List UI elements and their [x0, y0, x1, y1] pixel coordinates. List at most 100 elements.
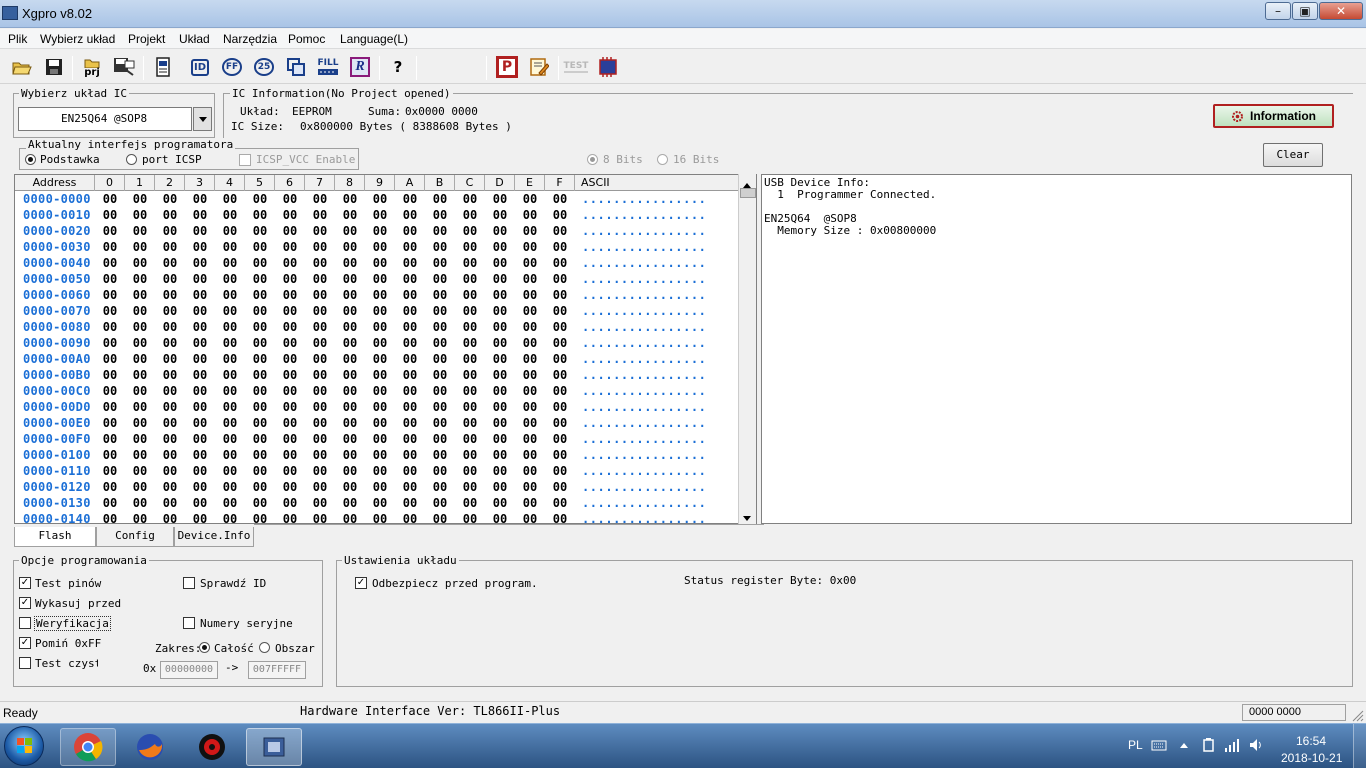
hex-byte[interactable]: 00	[155, 368, 185, 382]
hex-byte[interactable]: 00	[95, 336, 125, 350]
hex-byte[interactable]: 00	[515, 464, 545, 478]
hex-byte[interactable]: 00	[305, 288, 335, 302]
hex-byte[interactable]: 00	[365, 320, 395, 334]
chrome-taskbar-button[interactable]	[60, 728, 116, 766]
hex-row[interactable]: 0000-0030 00 00 00 00 00 00 00 00 00 00 00 00 00 00 00 0…	[15, 240, 743, 256]
hex-byte[interactable]: 00	[155, 192, 185, 206]
hex-byte[interactable]: 00	[395, 432, 425, 446]
hex-byte[interactable]: 00	[425, 208, 455, 222]
hex-byte[interactable]: 00	[425, 304, 455, 318]
hex-byte[interactable]: 00	[425, 400, 455, 414]
hex-byte[interactable]: 00	[425, 224, 455, 238]
podstawka-radio[interactable]	[25, 154, 36, 165]
erase-icon[interactable]	[283, 54, 309, 80]
clock-time[interactable]: 16:54	[1296, 734, 1326, 748]
hex-byte[interactable]: 00	[245, 304, 275, 318]
hex-byte[interactable]: 00	[335, 512, 365, 523]
hex-byte[interactable]: 00	[485, 336, 515, 350]
hex-byte[interactable]: 00	[455, 304, 485, 318]
hex-byte[interactable]: 00	[185, 304, 215, 318]
hex-byte[interactable]: 00	[275, 400, 305, 414]
hex-byte[interactable]: 00	[515, 512, 545, 523]
hex-byte[interactable]: 00	[185, 384, 215, 398]
hex-row[interactable]: 0000-0110 00 00 00 00 00 00 00 00 00 00 00 00 00 00 00 0…	[15, 464, 743, 480]
menu-projekt[interactable]: Projekt	[128, 32, 165, 46]
hex-byte[interactable]: 00	[425, 464, 455, 478]
hex-byte[interactable]: 00	[275, 352, 305, 366]
hex-row[interactable]: 0000-0130 00 00 00 00 00 00 00 00 00 00 00 00 00 00 00 0…	[15, 496, 743, 512]
hex-byte[interactable]: 00	[95, 288, 125, 302]
hex-byte[interactable]: 00	[125, 480, 155, 494]
hex-byte[interactable]: 00	[455, 464, 485, 478]
hex-byte[interactable]: 00	[95, 272, 125, 286]
hex-byte[interactable]: 00	[515, 272, 545, 286]
hex-row[interactable]: 0000-0100 00 00 00 00 00 00 00 00 00 00 00 00 00 00 00 0…	[15, 448, 743, 464]
serial-numbers-checkbox[interactable]	[183, 617, 195, 629]
tray-expand-icon[interactable]	[1179, 740, 1189, 754]
hex-byte[interactable]: 00	[245, 432, 275, 446]
hex-byte[interactable]: 00	[215, 320, 245, 334]
check-id-checkbox[interactable]	[183, 577, 195, 589]
hex-byte[interactable]: 00	[95, 496, 125, 510]
hex-byte[interactable]: 00	[155, 432, 185, 446]
hex-row[interactable]: 0000-0140 00 00 00 00 00 00 00 00 00 00 00 00 00 00 00 0…	[15, 512, 743, 523]
hex-byte[interactable]: 00	[215, 192, 245, 206]
hex-byte[interactable]: 00	[425, 256, 455, 270]
hex-byte[interactable]: 00	[185, 208, 215, 222]
hex-byte[interactable]: 00	[185, 256, 215, 270]
hex-byte[interactable]: 00	[125, 448, 155, 462]
hex-byte[interactable]: 00	[305, 512, 335, 523]
hex-byte[interactable]: 00	[455, 400, 485, 414]
hex-byte[interactable]: 00	[95, 304, 125, 318]
hex-byte[interactable]: 00	[545, 384, 575, 398]
hex-byte[interactable]: 00	[335, 384, 365, 398]
hex-byte[interactable]: 00	[275, 448, 305, 462]
test-pins-checkbox[interactable]: ✓	[19, 577, 31, 589]
hex-byte[interactable]: 00	[335, 480, 365, 494]
hex-byte[interactable]: 00	[485, 368, 515, 382]
hex-byte[interactable]: 00	[515, 256, 545, 270]
verify-icon[interactable]: 25	[251, 54, 277, 80]
verify-checkbox[interactable]	[19, 617, 31, 629]
hex-byte[interactable]: 00	[245, 448, 275, 462]
hex-byte[interactable]: 00	[485, 272, 515, 286]
hex-byte[interactable]: 00	[395, 320, 425, 334]
hex-byte[interactable]: 00	[515, 304, 545, 318]
hex-byte[interactable]: 00	[275, 496, 305, 510]
hex-byte[interactable]: 00	[425, 240, 455, 254]
hex-byte[interactable]: 00	[365, 480, 395, 494]
tab-device-info[interactable]: Device.Info	[174, 527, 254, 547]
hex-byte[interactable]: 00	[215, 368, 245, 382]
hex-byte[interactable]: 00	[305, 448, 335, 462]
hex-byte[interactable]: 00	[425, 272, 455, 286]
blank-check-icon[interactable]: FF	[219, 54, 245, 80]
hex-byte[interactable]: 00	[125, 336, 155, 350]
hex-byte[interactable]: 00	[455, 384, 485, 398]
hex-byte[interactable]: 00	[215, 400, 245, 414]
scroll-thumb[interactable]	[740, 188, 756, 198]
hex-byte[interactable]: 00	[425, 368, 455, 382]
hex-byte[interactable]: 00	[515, 224, 545, 238]
hex-byte[interactable]: 00	[305, 416, 335, 430]
hex-byte[interactable]: 00	[335, 464, 365, 478]
hex-byte[interactable]: 00	[155, 352, 185, 366]
hex-byte[interactable]: 00	[245, 464, 275, 478]
menu-language[interactable]: Language(L)	[340, 32, 408, 46]
program-icon[interactable]: P	[494, 54, 520, 80]
hex-byte[interactable]: 00	[155, 384, 185, 398]
ic-select-dropdown[interactable]	[193, 107, 212, 131]
range-end-input[interactable]: 007FFFFF	[248, 661, 306, 679]
hex-byte[interactable]: 00	[545, 256, 575, 270]
hex-byte[interactable]: 00	[275, 192, 305, 206]
hex-byte[interactable]: 00	[395, 192, 425, 206]
hex-byte[interactable]: 00	[365, 208, 395, 222]
hex-byte[interactable]: 00	[305, 240, 335, 254]
hex-byte[interactable]: 00	[335, 304, 365, 318]
help-icon[interactable]: ?	[385, 54, 411, 80]
project-save-icon[interactable]	[111, 54, 137, 80]
erase-before-checkbox[interactable]: ✓	[19, 597, 31, 609]
tab-flash[interactable]: Flash	[14, 527, 96, 547]
hex-byte[interactable]: 00	[455, 272, 485, 286]
hex-byte[interactable]: 00	[125, 464, 155, 478]
hex-byte[interactable]: 00	[425, 512, 455, 523]
